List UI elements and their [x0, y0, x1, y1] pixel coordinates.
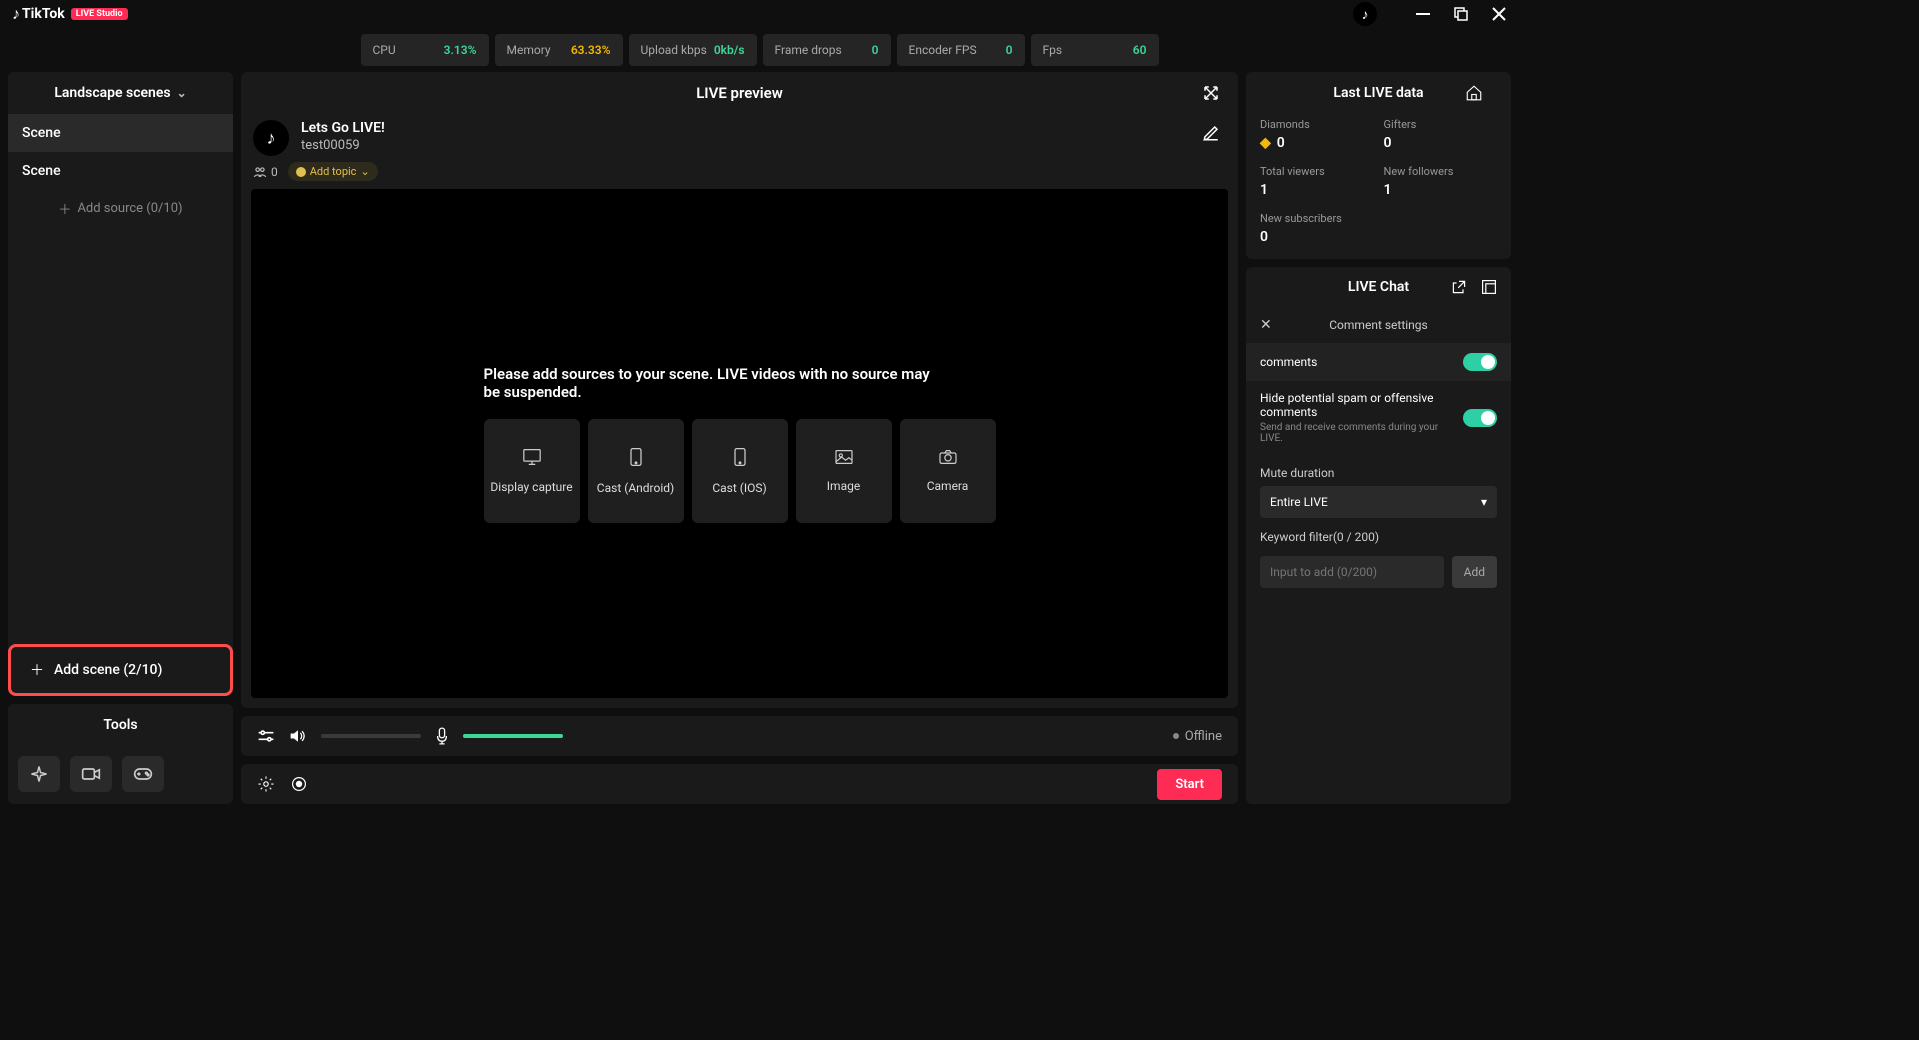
keyword-filter-label: Keyword filter(0 / 200): [1246, 518, 1511, 550]
topic-icon: [296, 167, 306, 177]
stat-encoder-fps: Encoder FPS 0: [897, 34, 1025, 66]
home-icon[interactable]: [1465, 84, 1483, 102]
speaker-icon[interactable]: [289, 728, 307, 744]
comment-settings-row: ✕ Comment settings: [1246, 307, 1511, 343]
stat-total-viewers: Total viewers 1: [1260, 165, 1374, 198]
scenes-panel: Landscape scenes ⌄ Scene Scene ＋ Add sou…: [8, 72, 233, 696]
monitor-icon: [522, 448, 542, 466]
tiktok-logo: ♪ TikTok: [12, 4, 65, 24]
spam-toggle-row: Hide potential spam or offensive comment…: [1246, 381, 1511, 454]
live-studio-badge: LIVE Studio: [71, 8, 128, 20]
chevron-down-icon: ▾: [1481, 495, 1487, 509]
maximize-button[interactable]: [1453, 6, 1469, 22]
stats-bar: CPU 3.13% Memory 63.33% Upload kbps 0kb/…: [0, 28, 1519, 72]
plus-icon: ＋: [30, 660, 44, 680]
stat-frame-drops: Frame drops 0: [763, 34, 891, 66]
stat-memory: Memory 63.33%: [495, 34, 623, 66]
source-cast-ios[interactable]: Cast (IOS): [692, 419, 788, 523]
stream-status: Offline: [1173, 729, 1222, 744]
preview-area: Please add sources to your scene. LIVE v…: [251, 189, 1228, 698]
stat-diamonds: Diamonds ◆0: [1260, 118, 1374, 151]
expand-icon[interactable]: [1481, 279, 1497, 295]
gear-icon[interactable]: [257, 775, 275, 793]
source-cast-android[interactable]: Cast (Android): [588, 419, 684, 523]
stat-gifters: Gifters 0: [1384, 118, 1498, 151]
stat-fps: Fps 60: [1031, 34, 1159, 66]
chat-header: LIVE Chat: [1246, 267, 1511, 307]
edit-icon[interactable]: [1202, 124, 1220, 142]
preview-header: LIVE preview: [241, 72, 1238, 114]
settings-sliders-icon[interactable]: [257, 729, 275, 743]
phone-icon: [629, 447, 643, 467]
logo-area: ♪ TikTok LIVE Studio: [12, 4, 128, 24]
scenes-header[interactable]: Landscape scenes ⌄: [8, 72, 233, 114]
comments-toggle-row: comments: [1246, 343, 1511, 381]
phone-icon: [733, 447, 747, 467]
audio-panel: Offline: [241, 716, 1238, 756]
viewer-count: 0: [253, 165, 278, 179]
camera-icon: [938, 449, 958, 465]
scene-item[interactable]: Scene: [8, 114, 233, 152]
stream-username: test00059: [301, 138, 1190, 153]
mute-duration-label: Mute duration: [1246, 454, 1511, 486]
status-dot-icon: [1173, 733, 1179, 739]
title-bar: ♪ TikTok LIVE Studio ♪: [0, 0, 1519, 28]
add-scene-button[interactable]: ＋ Add scene (2/10): [12, 648, 229, 692]
spam-toggle[interactable]: [1463, 409, 1497, 427]
start-panel: Start: [241, 764, 1238, 804]
stat-new-subscribers: New subscribers 0: [1260, 212, 1374, 245]
tool-camera-button[interactable]: [70, 756, 112, 792]
crossed-arrows-icon[interactable]: [1202, 84, 1220, 102]
keyword-add-button[interactable]: Add: [1452, 556, 1497, 588]
stat-cpu: CPU 3.13%: [361, 34, 489, 66]
mute-duration-select[interactable]: Entire LIVE ▾: [1260, 486, 1497, 518]
popout-icon[interactable]: [1451, 279, 1467, 295]
keyword-input[interactable]: [1260, 556, 1444, 588]
preview-empty-message: Please add sources to your scene. LIVE v…: [484, 365, 944, 401]
source-image[interactable]: Image: [796, 419, 892, 523]
comments-toggle[interactable]: [1463, 353, 1497, 371]
chevron-down-icon: ⌄: [360, 165, 369, 178]
stream-avatar: ♪: [253, 120, 289, 156]
speaker-volume-slider[interactable]: [321, 734, 421, 738]
preview-panel: LIVE preview ♪ Lets Go LIVE! test00059: [241, 72, 1238, 708]
chat-panel: LIVE Chat ✕ Comment settings comments Hi…: [1246, 267, 1511, 804]
image-icon: [834, 449, 854, 465]
live-data-panel: Last LIVE data Diamonds ◆0 Gifters 0 Tot…: [1246, 72, 1511, 259]
minimize-button[interactable]: [1415, 6, 1431, 22]
source-camera[interactable]: Camera: [900, 419, 996, 523]
record-icon[interactable]: [291, 776, 307, 792]
scene-item[interactable]: Scene: [8, 152, 233, 190]
add-topic-button[interactable]: Add topic ⌄: [288, 162, 378, 181]
window-controls: ♪: [1353, 2, 1507, 26]
stream-title: Lets Go LIVE!: [301, 120, 1190, 136]
source-display-capture[interactable]: Display capture: [484, 419, 580, 523]
close-icon[interactable]: ✕: [1260, 317, 1272, 333]
tool-sparkle-button[interactable]: [18, 756, 60, 792]
microphone-icon[interactable]: [435, 727, 449, 745]
tiktok-note-icon: ♪: [12, 4, 20, 24]
diamond-icon: ◆: [1260, 135, 1271, 151]
stat-upload: Upload kbps 0kb/s: [629, 34, 757, 66]
people-icon: [253, 166, 267, 178]
mic-volume-slider[interactable]: [463, 734, 563, 738]
stat-new-followers: New followers 1: [1384, 165, 1498, 198]
add-source-button[interactable]: ＋ Add source (0/10): [8, 190, 233, 226]
start-button[interactable]: Start: [1157, 769, 1222, 800]
tool-game-button[interactable]: [122, 756, 164, 792]
tools-header: Tools: [8, 704, 233, 746]
chevron-down-icon: ⌄: [177, 86, 187, 100]
app-name: TikTok: [22, 6, 65, 22]
live-data-header: Last LIVE data: [1260, 72, 1497, 114]
plus-icon: ＋: [58, 199, 71, 218]
profile-avatar[interactable]: ♪: [1353, 2, 1377, 26]
close-button[interactable]: [1491, 6, 1507, 22]
tools-panel: Tools: [8, 704, 233, 804]
